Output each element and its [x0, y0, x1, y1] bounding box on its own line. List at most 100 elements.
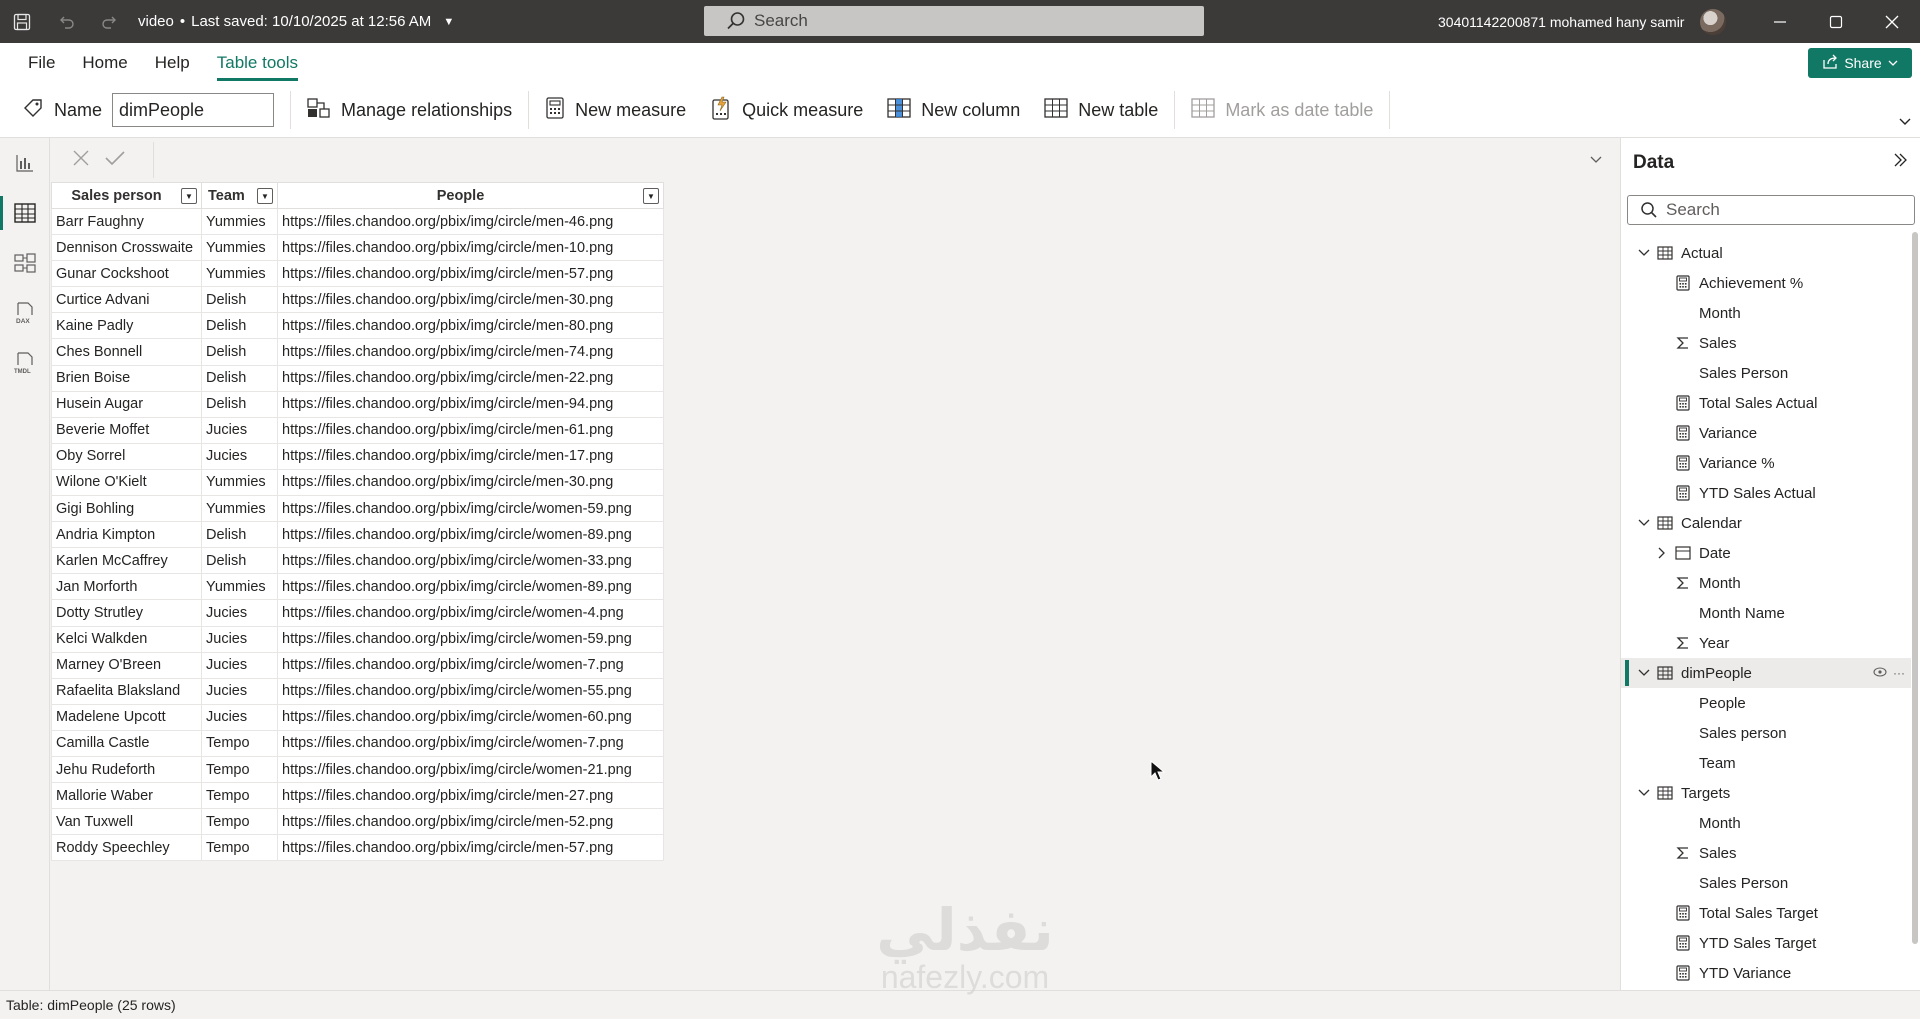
- cell-sales-person[interactable]: Van Tuxwell: [51, 808, 202, 836]
- new-table-button[interactable]: New table: [1032, 90, 1170, 130]
- cell-people[interactable]: https://files.chandoo.org/pbix/img/circl…: [277, 312, 664, 340]
- chevron-down-icon[interactable]: [1637, 519, 1651, 527]
- cell-team[interactable]: Delish: [201, 338, 278, 366]
- undo-icon[interactable]: [44, 0, 88, 43]
- cell-people[interactable]: https://files.chandoo.org/pbix/img/circl…: [277, 729, 664, 757]
- table-row[interactable]: Gunar Cockshoot Yummies https://files.chan…: [51, 260, 664, 288]
- cell-team[interactable]: Yummies: [201, 207, 278, 236]
- table-row[interactable]: Curtice Advani Delish https://files.chando…: [51, 286, 664, 314]
- collapse-pane-icon[interactable]: [1892, 152, 1908, 172]
- column-header-team[interactable]: Team ▼: [201, 182, 278, 209]
- cell-people[interactable]: https://files.chandoo.org/pbix/img/circl…: [277, 625, 664, 653]
- cell-people[interactable]: https://files.chandoo.org/pbix/img/circl…: [277, 651, 664, 679]
- chevron-down-icon[interactable]: [1637, 669, 1651, 677]
- tree-field-node[interactable]: Achievement %: [1621, 268, 1911, 298]
- tree-table-node[interactable]: Actual: [1621, 238, 1911, 268]
- eye-icon[interactable]: [1873, 666, 1887, 680]
- cell-sales-person[interactable]: Curtice Advani: [51, 286, 202, 314]
- cell-team[interactable]: Jucies: [201, 416, 278, 444]
- cell-team[interactable]: Tempo: [201, 729, 278, 757]
- share-button[interactable]: Share: [1808, 48, 1912, 78]
- cell-people[interactable]: https://files.chandoo.org/pbix/img/circl…: [277, 599, 664, 627]
- tab-file[interactable]: File: [28, 43, 55, 83]
- cell-people[interactable]: https://files.chandoo.org/pbix/img/circl…: [277, 468, 664, 497]
- table-row[interactable]: Barr Faughny Yummies https://files.chandoo…: [51, 207, 664, 236]
- chevron-down-icon[interactable]: [1637, 789, 1651, 797]
- cell-sales-person[interactable]: Camilla Castle: [51, 729, 202, 757]
- more-options-icon[interactable]: ···: [1893, 666, 1905, 680]
- table-row[interactable]: Marney O'Breen Jucies https://files.chando…: [51, 651, 664, 679]
- cell-team[interactable]: Yummies: [201, 495, 278, 523]
- tree-field-node[interactable]: Month: [1621, 298, 1911, 328]
- tree-field-node[interactable]: Month: [1621, 808, 1911, 838]
- tree-field-node[interactable]: Year: [1621, 628, 1911, 658]
- cell-team[interactable]: Delish: [201, 312, 278, 340]
- cell-sales-person[interactable]: Andria Kimpton: [51, 521, 202, 549]
- cell-sales-person[interactable]: Rafaelita Blaksland: [51, 677, 202, 705]
- chevron-down-icon[interactable]: [1637, 249, 1651, 257]
- cell-sales-person[interactable]: Barr Faughny: [51, 207, 202, 236]
- cell-team[interactable]: Yummies: [201, 573, 278, 601]
- cell-people[interactable]: https://files.chandoo.org/pbix/img/circl…: [277, 286, 664, 314]
- cell-sales-person[interactable]: Ches Bonnell: [51, 338, 202, 366]
- table-row[interactable]: Rafaelita Blaksland Jucies https://files.c…: [51, 677, 664, 705]
- minimize-icon[interactable]: [1752, 0, 1808, 43]
- cell-team[interactable]: Tempo: [201, 808, 278, 836]
- cell-team[interactable]: Yummies: [201, 468, 278, 497]
- cell-people[interactable]: https://files.chandoo.org/pbix/img/circl…: [277, 573, 664, 601]
- cell-team[interactable]: Delish: [201, 547, 278, 575]
- table-row[interactable]: Brien Boise Delish https://files.chandoo.o…: [51, 364, 664, 392]
- tree-field-node[interactable]: Sales Person: [1621, 358, 1911, 388]
- cell-sales-person[interactable]: Beverie Moffet: [51, 416, 202, 444]
- close-icon[interactable]: [1864, 0, 1920, 43]
- cell-people[interactable]: https://files.chandoo.org/pbix/img/circl…: [277, 834, 664, 862]
- tree-table-node[interactable]: Targets: [1621, 778, 1911, 808]
- cell-people[interactable]: https://files.chandoo.org/pbix/img/circl…: [277, 207, 664, 236]
- commit-icon[interactable]: [104, 149, 126, 171]
- cell-sales-person[interactable]: Madelene Upcott: [51, 703, 202, 731]
- column-header-sales-person[interactable]: Sales person ▼: [51, 182, 202, 209]
- table-row[interactable]: Husein Augar Delish https://files.chandoo.…: [51, 390, 664, 418]
- user-account[interactable]: 30401142200871 mohamed hany samir: [1438, 0, 1727, 43]
- manage-relationships-button[interactable]: Manage relationships: [295, 90, 524, 130]
- table-row[interactable]: Camilla Castle Tempo https://files.chandoo…: [51, 729, 664, 757]
- cell-sales-person[interactable]: Dennison Crosswaite: [51, 234, 202, 262]
- cell-team[interactable]: Delish: [201, 521, 278, 549]
- table-row[interactable]: Oby Sorrel Jucies https://files.chandoo.or…: [51, 442, 664, 470]
- tree-field-node[interactable]: Variance: [1621, 418, 1911, 448]
- table-row[interactable]: Gigi Bohling Yummies https://files.chandoo…: [51, 495, 664, 523]
- cell-team[interactable]: Tempo: [201, 782, 278, 810]
- cell-people[interactable]: https://files.chandoo.org/pbix/img/circl…: [277, 808, 664, 836]
- data-search-input[interactable]: Search: [1627, 195, 1915, 225]
- chevron-down-icon[interactable]: [1589, 152, 1603, 169]
- cell-team[interactable]: Yummies: [201, 260, 278, 288]
- cell-people[interactable]: https://files.chandoo.org/pbix/img/circl…: [277, 703, 664, 731]
- table-row[interactable]: Van Tuxwell Tempo https://files.chandoo.or…: [51, 808, 664, 836]
- cell-sales-person[interactable]: Kelci Walkden: [51, 625, 202, 653]
- table-row[interactable]: Mallorie Waber Tempo https://files.chandoo…: [51, 782, 664, 810]
- tree-table-node[interactable]: Calendar: [1621, 508, 1911, 538]
- avatar[interactable]: [1700, 8, 1727, 35]
- global-search[interactable]: Search: [704, 6, 1204, 36]
- cell-sales-person[interactable]: Karlen McCaffrey: [51, 547, 202, 575]
- cell-team[interactable]: Tempo: [201, 834, 278, 862]
- tree-field-node[interactable]: YTD Sales Actual: [1621, 478, 1911, 508]
- tree-table-node[interactable]: dimPeople ···: [1621, 658, 1911, 688]
- tree-field-node[interactable]: Sales person: [1621, 718, 1911, 748]
- cell-sales-person[interactable]: Jehu Rudeforth: [51, 755, 202, 784]
- table-name-input[interactable]: [112, 93, 275, 127]
- table-row[interactable]: Andria Kimpton Delish https://files.chando…: [51, 521, 664, 549]
- cell-people[interactable]: https://files.chandoo.org/pbix/img/circl…: [277, 234, 664, 262]
- cell-team[interactable]: Delish: [201, 364, 278, 392]
- cell-team[interactable]: Yummies: [201, 234, 278, 262]
- mark-as-date-table-button[interactable]: Mark as date table: [1179, 90, 1385, 130]
- tab-home[interactable]: Home: [82, 43, 127, 83]
- table-row[interactable]: Karlen McCaffrey Delish https://files.chan…: [51, 547, 664, 575]
- tmdl-view-icon[interactable]: TMDL: [0, 338, 50, 388]
- cell-people[interactable]: https://files.chandoo.org/pbix/img/circl…: [277, 390, 664, 418]
- table-row[interactable]: Kaine Padly Delish https://files.chandoo.o…: [51, 312, 664, 340]
- cell-people[interactable]: https://files.chandoo.org/pbix/img/circl…: [277, 364, 664, 392]
- tree-field-node[interactable]: People: [1621, 688, 1911, 718]
- tree-field-node[interactable]: Total Sales Target: [1621, 898, 1911, 928]
- table-row[interactable]: Ches Bonnell Delish https://files.chandoo.…: [51, 338, 664, 366]
